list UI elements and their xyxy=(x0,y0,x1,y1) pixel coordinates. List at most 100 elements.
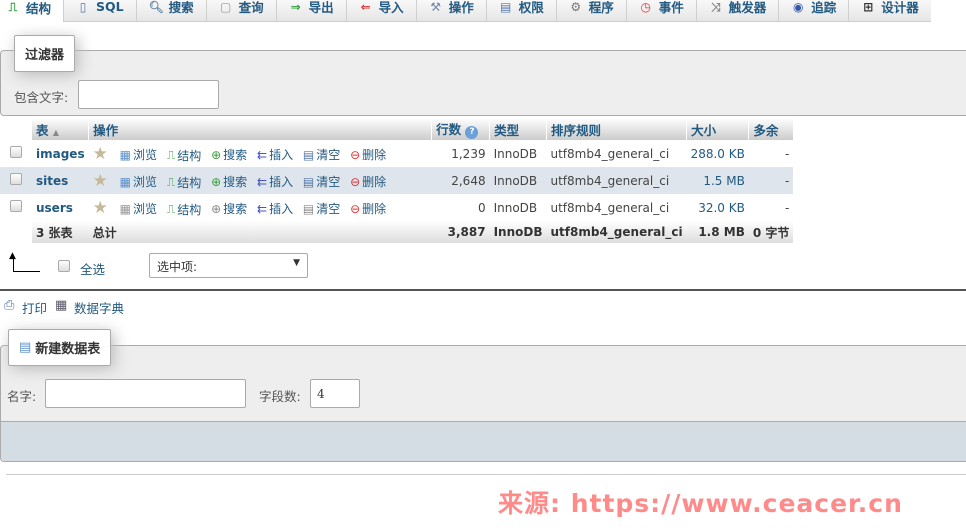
drop-action[interactable]: ⊖ 删除 xyxy=(350,200,386,217)
filter-label: 包含文字: xyxy=(14,90,69,105)
search-icon: 🔍︎ xyxy=(148,0,164,14)
header-type[interactable]: 类型 xyxy=(489,118,547,140)
wrench-icon: ⚒ xyxy=(430,0,442,14)
insert-action[interactable]: ⇇ 插入 xyxy=(257,173,293,190)
row-size-link[interactable]: 1.5 MB xyxy=(686,167,749,194)
search-icon: ⊕ xyxy=(211,174,222,189)
table-name-input[interactable] xyxy=(45,379,246,408)
routines-icon: ⚙ xyxy=(570,0,582,14)
filter-input[interactable] xyxy=(78,80,219,109)
tab-triggers[interactable]: ⤨ 触发器 xyxy=(695,0,779,22)
row-collation: utf8mb4_general_ci xyxy=(546,194,687,221)
total-type: InnoDB xyxy=(489,221,547,243)
row-count: 1,239 xyxy=(431,140,490,167)
table-name-link[interactable]: images xyxy=(32,140,89,167)
total-rows: 3,887 xyxy=(431,221,490,243)
row-checkbox-cell xyxy=(0,194,32,221)
print-link[interactable]: 打印 xyxy=(22,298,47,317)
tab-routines[interactable]: ⚙ 程序 xyxy=(555,0,626,22)
tab-sql[interactable]: ▯ SQL xyxy=(63,0,136,22)
row-count: 0 xyxy=(431,194,490,221)
header-size[interactable]: 大小 xyxy=(686,118,750,140)
structure-icon: ⎍ xyxy=(166,174,176,189)
header-rows[interactable]: 行数 ? xyxy=(431,118,491,140)
insert-action[interactable]: ⇇ 插入 xyxy=(257,146,293,163)
sort-asc-icon: ▲ xyxy=(52,127,60,137)
header-overhead[interactable]: 多余 xyxy=(748,118,794,140)
favorite-star-icon[interactable]: ★ xyxy=(93,171,108,191)
tab-events[interactable]: ◷ 事件 xyxy=(625,0,696,22)
total-count: 3 张表 xyxy=(32,221,89,243)
row-checkbox[interactable] xyxy=(10,200,22,212)
check-all-checkbox[interactable] xyxy=(58,260,70,272)
browse-icon: ▦ xyxy=(119,174,132,189)
columns-count-input[interactable] xyxy=(310,379,360,408)
table-name-link[interactable]: users xyxy=(32,194,89,221)
row-overhead: - xyxy=(748,140,794,167)
drop-action[interactable]: ⊖ 删除 xyxy=(350,173,386,190)
browse-action[interactable]: ▦ 浏览 xyxy=(120,146,157,163)
data-dictionary-link[interactable]: 数据字典 xyxy=(74,298,124,317)
tab-export[interactable]: ⇒ 导出 xyxy=(275,0,346,22)
search-action[interactable]: ⊕ 搜索 xyxy=(211,200,247,217)
tab-search[interactable]: 🔍︎ 搜索 xyxy=(135,0,206,22)
row-size-link[interactable]: 288.0 KB xyxy=(686,140,749,167)
row-checkbox[interactable] xyxy=(10,146,22,158)
row-count: 2,648 xyxy=(431,167,490,194)
columns-label: 字段数: xyxy=(259,389,301,404)
import-icon: ⇐ xyxy=(360,0,371,14)
empty-action[interactable]: ▤ 清空 xyxy=(303,173,340,190)
drop-icon: ⊖ xyxy=(350,201,361,216)
tab-designer[interactable]: ⊞ 设计器 xyxy=(848,0,931,22)
tab-operations[interactable]: ⚒ 操作 xyxy=(415,0,486,22)
bottom-divider xyxy=(6,474,966,475)
table-name-label: 名字: xyxy=(7,389,37,404)
row-overhead: - xyxy=(748,167,794,194)
tab-bar: ⎍ 结构 ▯ SQL 🔍︎ 搜索 ▢ 查询 ⇒ 导出 ⇐ 导入 ⚒ 操作 ▤ 权限 ⚙ 程序 ◷ 事… xyxy=(0,0,931,22)
empty-action[interactable]: ▤ 清空 xyxy=(303,146,340,163)
row-checkbox-cell xyxy=(0,140,32,167)
sql-icon: ▯ xyxy=(79,0,87,14)
clock-icon: ◷ xyxy=(640,0,651,14)
browse-icon: ▦ xyxy=(119,147,132,162)
structure-action[interactable]: ⎍ 结构 xyxy=(167,174,201,191)
search-action[interactable]: ⊕ 搜索 xyxy=(211,173,247,190)
drop-action[interactable]: ⊖ 删除 xyxy=(350,146,386,163)
shredder-icon: ▤ xyxy=(302,174,315,189)
favorite-star-icon[interactable]: ★ xyxy=(93,144,108,164)
drop-icon: ⊖ xyxy=(350,147,361,162)
browse-action[interactable]: ▦ 浏览 xyxy=(120,173,157,190)
export-icon: ⇒ xyxy=(290,0,301,14)
row-checkbox-cell xyxy=(0,167,32,194)
check-all-label[interactable]: 全选 xyxy=(80,259,105,278)
header-table[interactable]: 表 ▲ xyxy=(32,118,90,140)
search-action[interactable]: ⊕ 搜索 xyxy=(211,146,247,163)
empty-action[interactable]: ▤ 清空 xyxy=(303,200,340,217)
watermark-text: 来源: https://www.ceacer.cn xyxy=(498,489,903,518)
row-size-link[interactable]: 32.0 KB xyxy=(686,194,749,221)
insert-icon: ⇇ xyxy=(257,174,268,189)
insert-icon: ⇇ xyxy=(257,147,268,162)
browse-action[interactable]: ▦ 浏览 xyxy=(120,200,157,217)
create-table-legend: ▤ 新建数据表 xyxy=(8,329,112,366)
table-name-link[interactable]: sites xyxy=(32,167,89,194)
with-selected-dropdown[interactable]: 选中项: ▼ xyxy=(149,253,308,278)
total-row: 3 张表 总计 3,887 InnoDB utf8mb4_general_ci … xyxy=(0,221,794,243)
tab-import[interactable]: ⇐ 导入 xyxy=(345,0,416,22)
tab-query[interactable]: ▢ 查询 xyxy=(205,0,276,22)
insert-action[interactable]: ⇇ 插入 xyxy=(257,200,293,217)
tab-privileges[interactable]: ▤ 权限 xyxy=(485,0,556,22)
structure-action[interactable]: ⎍ 结构 xyxy=(167,201,201,218)
row-checkbox[interactable] xyxy=(10,173,22,185)
header-check xyxy=(0,118,32,140)
structure-action[interactable]: ⎍ 结构 xyxy=(167,147,201,164)
help-icon[interactable]: ? xyxy=(465,126,479,139)
favorite-star-icon[interactable]: ★ xyxy=(93,198,108,218)
tab-structure[interactable]: ⎍ 结构 xyxy=(0,0,64,22)
header-collation[interactable]: 排序规则 xyxy=(546,118,688,140)
total-collation: utf8mb4_general_ci xyxy=(546,221,687,243)
row-collation: utf8mb4_general_ci xyxy=(546,140,687,167)
table-row: sites ★ ▦ 浏览 ⎍ 结构 ⊕ 搜索 ⇇ 插入 ▤ 清空 ⊖ 删除 2,648 In… xyxy=(0,167,794,194)
total-label: 总计 xyxy=(88,221,432,243)
tab-tracking[interactable]: ◉ 追踪 xyxy=(778,0,849,22)
